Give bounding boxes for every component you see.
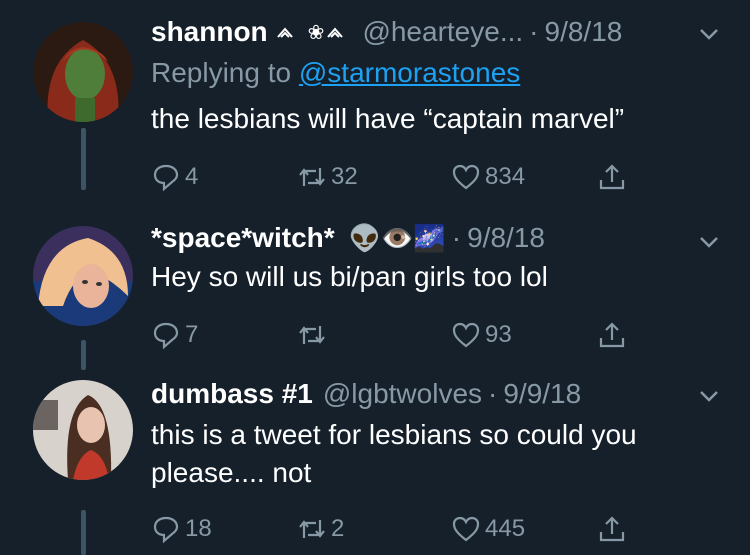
reply-icon xyxy=(153,516,179,544)
tweet-actions: 18 2 445 xyxy=(151,512,651,546)
reply-icon xyxy=(153,164,179,192)
timestamp[interactable]: 9/8/18 xyxy=(545,16,623,48)
tweet-text-line: please.... not xyxy=(151,457,312,488)
name-emojis: 👽👁️🌌 xyxy=(348,222,446,253)
tweet-text: this is a tweet for lesbians so could yo… xyxy=(151,416,731,492)
share-button[interactable] xyxy=(597,512,631,546)
tweet[interactable]: shannon ❀ @hearteye... · 9/8/18 Replying… xyxy=(0,12,750,202)
reply-button[interactable]: 4 xyxy=(151,160,198,194)
like-icon xyxy=(452,322,480,348)
reply-count: 18 xyxy=(185,515,212,542)
avatar-image xyxy=(33,226,133,326)
share-button[interactable] xyxy=(597,318,631,352)
tweet-actions: 4 32 834 xyxy=(151,160,651,194)
like-button[interactable]: 445 xyxy=(451,512,525,546)
retweet-count: 2 xyxy=(331,515,345,542)
separator-dot: · xyxy=(488,378,498,409)
chevron-ornament-icon xyxy=(276,27,293,38)
avatar[interactable] xyxy=(33,380,133,480)
snowflake-icon: ❀ xyxy=(307,21,325,44)
retweet-button[interactable]: 32 xyxy=(297,160,358,194)
share-icon xyxy=(599,516,625,542)
like-icon xyxy=(452,516,480,542)
like-count: 834 xyxy=(485,163,526,190)
avatar-image xyxy=(33,22,133,122)
tweet-header: *space*witch* 👽👁️🌌 · 9/8/18 xyxy=(151,218,545,258)
tweet-text: the lesbians will have “captain marvel” xyxy=(151,103,625,134)
reply-icon xyxy=(153,322,179,350)
reply-button[interactable]: 7 xyxy=(151,318,198,352)
avatar-image xyxy=(33,380,133,480)
separator-dot: · xyxy=(451,222,462,253)
tweet-actions: 7 93 xyxy=(151,318,651,352)
tweet-text-line: this is a tweet for lesbians so could yo… xyxy=(151,419,637,450)
reply-count: 7 xyxy=(185,321,199,348)
tweet-header: dumbass #1 @lgbtwolves · 9/9/18 xyxy=(151,374,581,414)
avatar[interactable] xyxy=(33,22,133,122)
timestamp[interactable]: 9/8/18 xyxy=(467,222,545,254)
replying-to: Replying to @starmorastones xyxy=(151,57,520,89)
retweet-count: 32 xyxy=(331,163,358,190)
display-name[interactable]: shannon xyxy=(151,16,268,48)
reply-count: 4 xyxy=(185,163,199,190)
chevron-down-icon[interactable] xyxy=(695,382,723,410)
chevron-down-icon[interactable] xyxy=(695,20,723,48)
display-name[interactable]: dumbass #1 xyxy=(151,378,313,410)
tweet-header: shannon ❀ @hearteye... · 9/8/18 xyxy=(151,12,622,52)
chevron-down-icon[interactable] xyxy=(695,228,723,256)
like-count: 445 xyxy=(485,515,526,542)
share-icon xyxy=(599,322,625,348)
retweet-button[interactable] xyxy=(297,318,331,352)
timestamp[interactable]: 9/9/18 xyxy=(503,378,581,410)
retweet-icon xyxy=(299,520,325,538)
retweet-icon xyxy=(299,168,325,186)
tweet[interactable]: dumbass #1 @lgbtwolves · 9/9/18 this is … xyxy=(0,374,750,555)
mention-link[interactable]: @starmorastones xyxy=(299,57,520,88)
handle[interactable]: @hearteye... xyxy=(362,16,523,48)
reply-button[interactable]: 18 xyxy=(151,512,212,546)
share-icon xyxy=(599,164,625,190)
chevron-ornament-icon xyxy=(327,27,344,38)
like-button[interactable]: 834 xyxy=(451,160,525,194)
share-button[interactable] xyxy=(597,160,631,194)
retweet-button[interactable]: 2 xyxy=(297,512,344,546)
avatar[interactable] xyxy=(33,226,133,326)
like-count: 93 xyxy=(485,321,512,348)
name-badges: ❀ xyxy=(276,20,353,45)
replying-prefix: Replying to xyxy=(151,57,292,88)
like-icon xyxy=(452,164,480,190)
separator-dot: · xyxy=(529,16,539,47)
display-name[interactable]: *space*witch* xyxy=(151,222,335,254)
retweet-icon xyxy=(299,326,325,344)
like-button[interactable]: 93 xyxy=(451,318,512,352)
tweet[interactable]: *space*witch* 👽👁️🌌 · 9/8/18 Hey so will … xyxy=(0,218,750,363)
tweet-text: Hey so will us bi/pan girls too lol xyxy=(151,261,548,292)
handle[interactable]: @lgbtwolves xyxy=(323,378,482,410)
